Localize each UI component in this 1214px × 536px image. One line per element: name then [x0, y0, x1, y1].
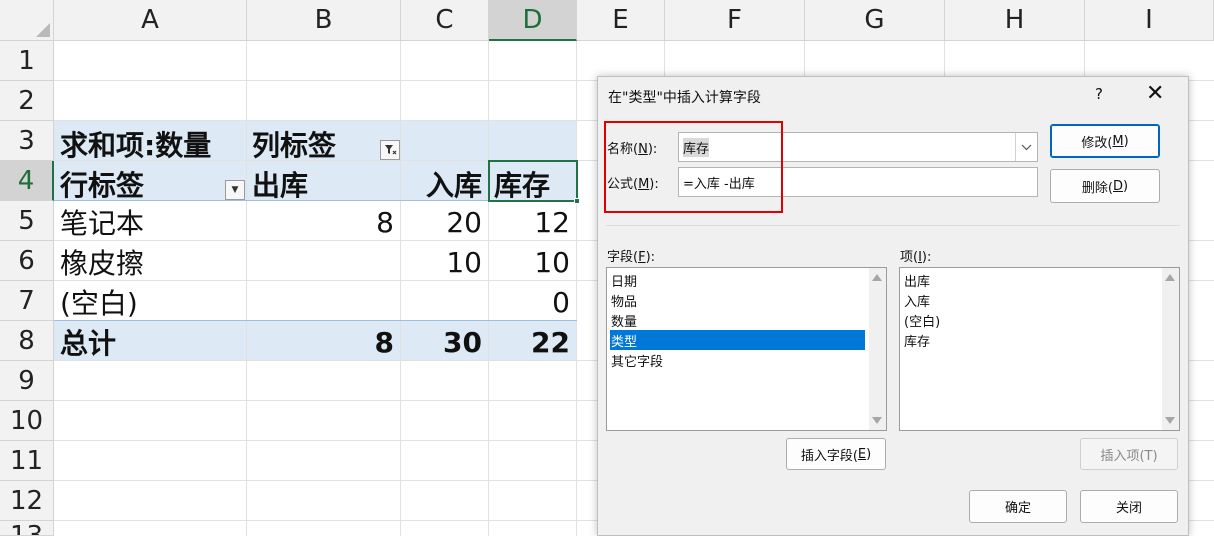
fields-listbox[interactable]: 日期 物品 数量 类型 其它字段 [606, 267, 887, 431]
select-all-corner[interactable] [0, 0, 54, 41]
column-filter-button[interactable] [380, 140, 400, 160]
filter-icon [384, 145, 396, 155]
row-header-10[interactable]: 10 [0, 401, 54, 441]
dialog-title: 在"类型"中插入计算字段 [608, 90, 761, 106]
pivot-value-cell[interactable]: 20 [401, 202, 488, 242]
row-header-4[interactable]: 4 [0, 161, 54, 201]
row-header-3[interactable]: 3 [0, 121, 54, 161]
pivot-total-cell[interactable]: 22 [489, 322, 576, 362]
divider [606, 225, 1180, 226]
pivot-data-label[interactable]: 求和项:数量 [60, 124, 211, 164]
pivot-value-cell[interactable] [401, 282, 488, 322]
pivot-value-cell[interactable] [247, 242, 400, 282]
modify-button[interactable]: 修改(M) [1050, 124, 1160, 158]
row-header-9[interactable]: 9 [0, 361, 54, 401]
item-in[interactable]: 入库 [903, 290, 1158, 310]
item-blank[interactable]: (空白) [903, 310, 1158, 330]
pivot-row-label[interactable]: 笔记本 [60, 202, 144, 242]
pivot-total-cell[interactable]: 30 [401, 322, 488, 362]
scroll-down-icon[interactable] [872, 417, 882, 424]
pivot-col-header-in[interactable]: 入库 [401, 164, 488, 204]
item-out[interactable]: 出库 [903, 270, 1158, 290]
active-cell-d4[interactable] [488, 160, 578, 202]
pivot-value-cell[interactable]: 8 [247, 202, 400, 242]
column-header-g[interactable]: G [805, 0, 945, 41]
field-item-quantity[interactable]: 数量 [610, 310, 865, 330]
highlight-annotation [604, 121, 783, 213]
row-header-7[interactable]: 7 [0, 281, 54, 321]
close-button[interactable]: 关闭 [1080, 490, 1178, 523]
pivot-column-labels[interactable]: 列标签 [252, 124, 336, 164]
row-header-5[interactable]: 5 [0, 201, 54, 241]
row-header-1[interactable]: 1 [0, 41, 54, 81]
pivot-value-cell[interactable]: 0 [489, 282, 576, 322]
column-header-e[interactable]: E [577, 0, 665, 41]
pivot-row-label[interactable]: (空白) [60, 282, 138, 322]
field-item-type[interactable]: 类型 [610, 330, 865, 350]
dropdown-arrow-icon: ▼ [231, 185, 239, 195]
pivot-value-cell[interactable]: 10 [489, 242, 576, 282]
row-header-11[interactable]: 11 [0, 441, 54, 481]
insert-item-button[interactable]: 插入项(T) [1080, 438, 1178, 470]
pivot-total-label[interactable]: 总计 [60, 322, 116, 362]
pivot-value-cell[interactable]: 10 [401, 242, 488, 282]
field-item-date[interactable]: 日期 [610, 270, 865, 290]
field-item-other[interactable]: 其它字段 [610, 350, 865, 370]
fields-scrollbar[interactable] [869, 268, 886, 430]
row-header-12[interactable]: 12 [0, 481, 54, 521]
items-listbox[interactable]: 出库 入库 (空白) 库存 [899, 267, 1180, 431]
column-header-f[interactable]: F [665, 0, 805, 41]
pivot-total-cell[interactable]: 8 [247, 322, 400, 362]
item-stock[interactable]: 库存 [903, 330, 1158, 350]
insert-calculated-field-dialog: 在"类型"中插入计算字段 ? ✕ 名称(N): 库存 公式(M): =入库 -出… [597, 76, 1189, 536]
row-header-2[interactable]: 2 [0, 81, 54, 121]
items-label: 项(I): [900, 250, 932, 265]
column-header-b[interactable]: B [247, 0, 401, 41]
chevron-down-icon[interactable] [1015, 133, 1037, 161]
help-button[interactable]: ? [1095, 85, 1103, 103]
row-header-8[interactable]: 8 [0, 321, 54, 361]
ok-button[interactable]: 确定 [969, 490, 1067, 523]
close-icon[interactable]: ✕ [1146, 81, 1164, 106]
field-item-goods[interactable]: 物品 [610, 290, 865, 310]
delete-button[interactable]: 删除(D) [1050, 169, 1160, 203]
row-header-6[interactable]: 6 [0, 241, 54, 281]
insert-field-button[interactable]: 插入字段(E) [786, 438, 886, 470]
pivot-row-labels[interactable]: 行标签 [60, 164, 144, 204]
column-header-c[interactable]: C [401, 0, 489, 41]
column-header-i[interactable]: I [1085, 0, 1214, 41]
row-filter-button[interactable]: ▼ [225, 180, 245, 200]
column-header-d[interactable]: D [489, 0, 577, 41]
pivot-col-header-out[interactable]: 出库 [252, 164, 308, 204]
scroll-up-icon[interactable] [872, 274, 882, 281]
scroll-down-icon[interactable] [1165, 417, 1175, 424]
pivot-row-label[interactable]: 橡皮擦 [60, 242, 144, 282]
row-header-13[interactable]: 13 [0, 521, 54, 536]
pivot-value-cell[interactable] [247, 282, 400, 322]
scroll-up-icon[interactable] [1165, 274, 1175, 281]
fields-label: 字段(F): [607, 250, 656, 265]
column-header-h[interactable]: H [945, 0, 1085, 41]
items-scrollbar[interactable] [1162, 268, 1179, 430]
pivot-value-cell[interactable]: 12 [489, 202, 576, 242]
column-header-a[interactable]: A [54, 0, 247, 41]
